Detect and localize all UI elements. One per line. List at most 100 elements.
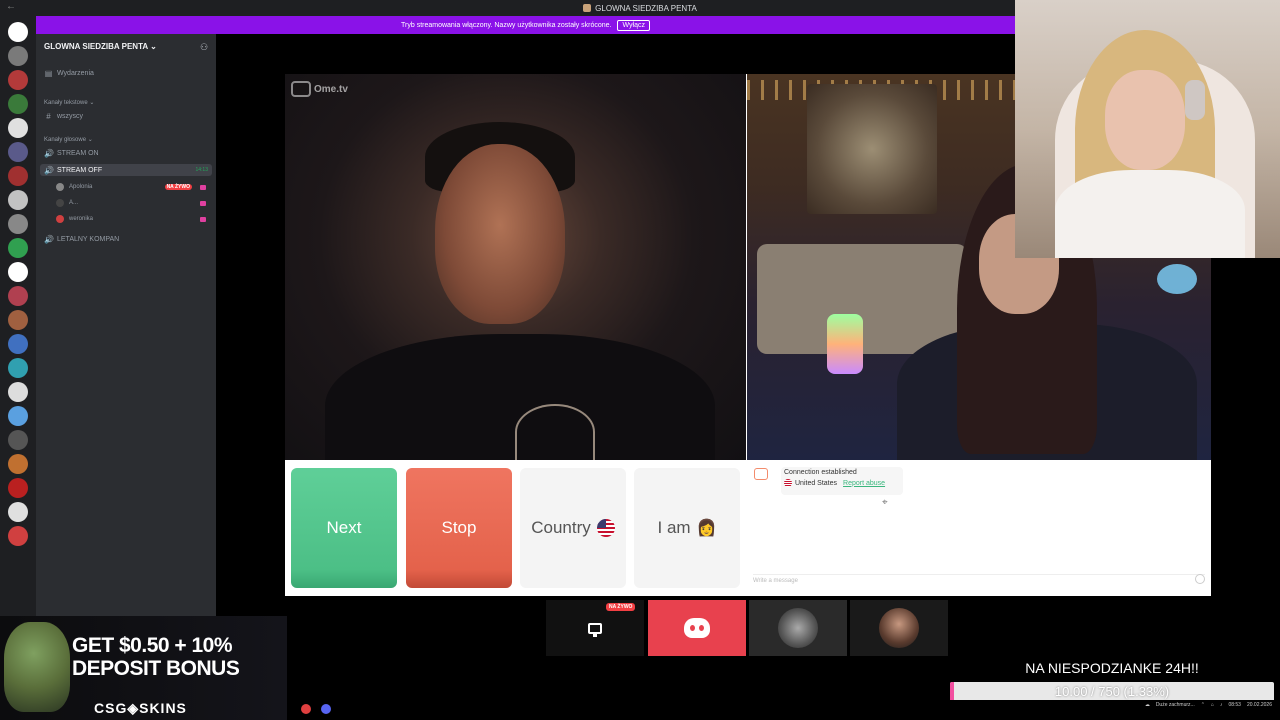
server-icon[interactable]	[8, 406, 28, 426]
disable-streaming-mode-button[interactable]: Wyłącz	[617, 19, 650, 31]
screen-share-tile[interactable]: NA ŻYWO	[546, 600, 644, 656]
headset-icon	[1185, 80, 1205, 120]
events-label: Wydarzenia	[57, 70, 94, 77]
voice-user-a[interactable]: A...	[56, 199, 206, 207]
speaker-icon: 🔊	[44, 235, 54, 244]
browser-icon[interactable]	[301, 704, 311, 714]
connection-message: Connection established United States Rep…	[781, 467, 903, 495]
voice-channel-letalny-kompan[interactable]: 🔊 LETALNY KOMPAN	[44, 235, 119, 244]
stranger-country: United States	[795, 479, 838, 487]
us-flag-icon	[596, 519, 615, 537]
weather-text: Duże zachmurz...	[1155, 702, 1195, 708]
voice-channel-stream-off[interactable]: 🔊 STREAM OFF 14:13	[40, 164, 212, 176]
chat-panel: Connection established United States Rep…	[749, 462, 1209, 592]
server-icon[interactable]	[8, 334, 28, 354]
gender-button[interactable]: I am 👩	[634, 468, 740, 588]
weather-icon: ☁	[1144, 702, 1150, 708]
channel-wszyscy[interactable]: # wszyscy	[44, 112, 83, 121]
events-item[interactable]: ▤ Wydarzenia	[44, 69, 94, 78]
ometv-logo-icon	[291, 81, 311, 97]
server-icon[interactable]	[8, 382, 28, 402]
server-icon[interactable]	[8, 70, 28, 90]
avatar	[56, 199, 64, 207]
speaker-icon: 🔊	[44, 149, 54, 158]
voice-user-weronika[interactable]: weronika	[56, 215, 206, 223]
ad-brand-logo: CSG◈SKINS	[94, 700, 187, 716]
streamer-webcam	[1015, 0, 1280, 258]
next-button[interactable]: Next	[291, 468, 397, 588]
participant-dock: NA ŻYWO	[546, 600, 950, 656]
channel-label: STREAM OFF	[57, 166, 103, 174]
emoji-picker-icon[interactable]	[1195, 574, 1205, 584]
sponsor-ad: GET $0.50 + 10% DEPOSIT BONUS CSG◈SKINS	[0, 616, 287, 720]
avatar	[56, 215, 64, 223]
server-name-header[interactable]: GLOWNA SIEDZIBA PENTA ⌄	[44, 42, 157, 51]
server-rail	[0, 16, 36, 616]
discord-icon	[684, 618, 710, 638]
server-icon[interactable]	[8, 118, 28, 138]
server-icon[interactable]	[8, 358, 28, 378]
user-name: Apolonia	[69, 184, 93, 190]
goal-progress-text: 10.00 / 750 (1.33%)	[1054, 684, 1170, 699]
server-icon[interactable]	[8, 454, 28, 474]
goal-title: NA NIESPODZIANKE 24H!!	[1025, 660, 1199, 676]
volume-icon[interactable]: ♪	[1220, 702, 1223, 708]
monitor-icon	[588, 622, 602, 637]
participant-tile[interactable]	[850, 600, 948, 656]
server-icon[interactable]	[8, 430, 28, 450]
server-icon[interactable]	[8, 166, 28, 186]
app-icon	[583, 4, 592, 12]
user-name: A...	[69, 200, 79, 206]
channel-sidebar: GLOWNA SIEDZIBA PENTA ⌄ ⚇ ▤ Wydarzenia K…	[36, 34, 216, 616]
live-badge: NA ŻYWO	[606, 603, 636, 611]
clock-date[interactable]: 20.02.2026	[1247, 702, 1272, 708]
country-label: Country	[531, 518, 591, 537]
avatar	[56, 183, 64, 191]
channel-label: STREAM ON	[57, 150, 99, 157]
discord-taskbar-icon[interactable]	[321, 704, 331, 714]
country-button[interactable]: Country	[520, 468, 626, 588]
server-icon[interactable]	[8, 286, 28, 306]
server-icon[interactable]	[8, 526, 28, 546]
voice-channels-category[interactable]: Kanały głosowe ⌄	[44, 136, 93, 143]
server-icon[interactable]	[8, 46, 28, 66]
stranger-video	[285, 74, 746, 460]
server-icon[interactable]	[8, 22, 28, 42]
server-icon[interactable]	[8, 310, 28, 330]
live-badge: NA ŻYWO	[164, 184, 192, 190]
server-icon[interactable]	[8, 94, 28, 114]
stream-indicator-icon	[200, 216, 206, 222]
streaming-mode-banner: Tryb streamowania włączony. Nazwy użytko…	[36, 16, 1015, 34]
clock-time[interactable]: 08:53	[1228, 702, 1241, 708]
add-member-icon[interactable]: ⚇	[200, 42, 210, 52]
stop-button[interactable]: Stop	[406, 468, 512, 588]
streaming-mode-text: Tryb streamowania włączony. Nazwy użytko…	[401, 21, 612, 29]
server-icon[interactable]	[8, 142, 28, 162]
voice-channel-stream-on[interactable]: 🔊 STREAM ON	[44, 149, 99, 158]
back-arrow-icon[interactable]: ←	[6, 1, 16, 12]
server-icon[interactable]	[8, 262, 28, 282]
chat-message-input[interactable]: Write a message	[753, 574, 1205, 588]
discord-tile[interactable]	[648, 600, 746, 656]
channel-label: wszyscy	[57, 113, 84, 120]
server-icon[interactable]	[8, 190, 28, 210]
user-name: weronika	[69, 216, 94, 222]
window-title: GLOWNA SIEDZIBA PENTA	[595, 3, 697, 13]
server-icon[interactable]	[8, 214, 28, 234]
text-channels-category[interactable]: Kanały tekstowe ⌄	[44, 99, 94, 106]
network-icon[interactable]: ⌂	[1211, 702, 1214, 708]
woman-emoji-icon: 👩	[696, 520, 717, 537]
taskbar: ☁ Duże zachmurz... ⌃ ⌂ ♪ 08:53 20.02.202…	[287, 700, 1280, 720]
server-icon[interactable]	[8, 502, 28, 522]
ometv-chat-icon	[754, 468, 768, 480]
voice-user-apolonia[interactable]: Apolonia NA ŻYWO	[56, 183, 206, 191]
report-abuse-link[interactable]: Report abuse	[843, 480, 885, 487]
connection-status: Connection established	[784, 469, 857, 476]
server-icon[interactable]	[8, 478, 28, 498]
mascot-image	[4, 622, 70, 712]
voice-timer: 14:13	[195, 167, 208, 173]
participant-tile[interactable]	[749, 600, 847, 656]
tray-chevron-icon[interactable]: ⌃	[1201, 702, 1205, 708]
server-icon[interactable]	[8, 238, 28, 258]
speaker-icon: 🔊	[44, 165, 54, 175]
